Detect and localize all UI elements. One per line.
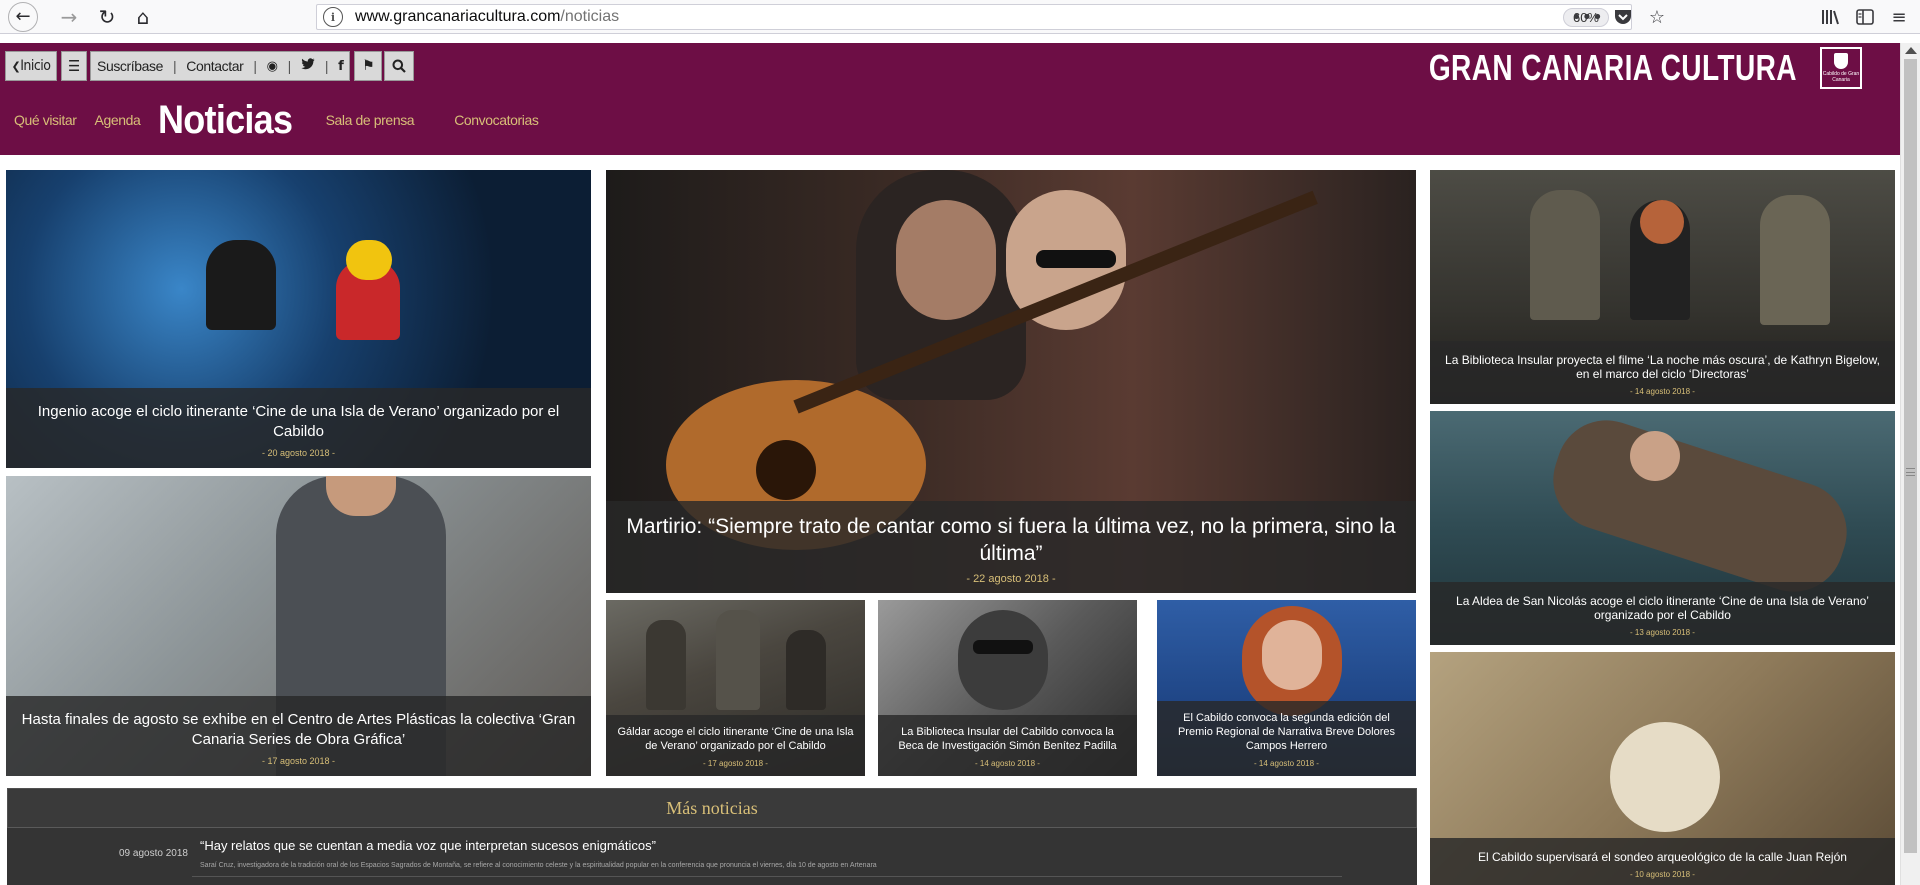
forward-arrow-icon[interactable]: → (52, 0, 86, 34)
news-tile-martirio[interactable]: Martirio: “Siempre trato de cantar como … (606, 170, 1416, 593)
tile-caption: La Biblioteca Insular proyecta el filme … (1430, 341, 1895, 404)
inicio-button[interactable]: ❮ Inicio (5, 51, 57, 81)
tile-caption: Martirio: “Siempre trato de cantar como … (606, 501, 1416, 593)
reload-icon[interactable]: ↻ (90, 0, 124, 34)
news-tile-juan-rejon[interactable]: El Cabildo supervisará el sondeo arqueol… (1430, 652, 1895, 885)
tile-title[interactable]: El Cabildo supervisará el sondeo arqueol… (1440, 850, 1885, 864)
more-news-heading[interactable]: Más noticias (7, 788, 1417, 828)
divider (192, 876, 1342, 877)
scroll-up-arrow-icon[interactable] (1905, 47, 1917, 54)
search-icon[interactable] (384, 51, 415, 81)
suscribase-link[interactable]: Suscríbase (97, 58, 163, 74)
tile-title[interactable]: La Biblioteca Insular proyecta el filme … (1440, 353, 1885, 381)
more-actions-icon[interactable]: ••• (1570, 0, 1604, 34)
inicio-label: Inicio (20, 58, 51, 74)
separator: | (253, 58, 257, 74)
tile-title[interactable]: Hasta finales de agosto se exhibe en el … (18, 710, 579, 750)
tile-date: - 10 agosto 2018 - (1630, 870, 1695, 879)
news-tile-aldea[interactable]: La Aldea de San Nicolás acoge el ciclo i… (1430, 411, 1895, 645)
facebook-icon[interactable]: f (338, 59, 344, 74)
tile-caption: El Cabildo supervisará el sondeo arqueol… (1430, 838, 1895, 885)
news-tile-premio[interactable]: El Cabildo convoca la segunda edición de… (1157, 600, 1416, 776)
news-excerpt: Saraí Cruz, investigadora de la tradició… (200, 862, 877, 869)
scroll-grip-icon (1906, 468, 1915, 476)
tile-caption: El Cabildo convoca la segunda edición de… (1157, 701, 1416, 776)
address-bar[interactable]: i www.grancanariacultura.com/noticias 60… (316, 4, 1632, 30)
nav-sala-de-prensa[interactable]: Sala de prensa (326, 112, 415, 128)
tile-title[interactable]: El Cabildo convoca la segunda edición de… (1167, 711, 1406, 753)
scroll-thumb[interactable] (1904, 59, 1917, 853)
pocket-icon[interactable] (1606, 0, 1640, 34)
shield-icon (1834, 53, 1848, 69)
site-header: ❮ Inicio ☰ Suscríbase | Contactar | ◉ | |… (0, 43, 1900, 155)
separator: | (173, 58, 177, 74)
site-brand-title[interactable]: GRAN CANARIA CULTURA (1429, 43, 1797, 93)
tile-date: - 17 agosto 2018 - (703, 759, 768, 768)
tile-title[interactable]: Gáldar acoge el ciclo itinerante ‘Cine d… (616, 725, 855, 753)
bookmark-star-icon[interactable]: ☆ (1640, 0, 1674, 34)
tile-caption: La Aldea de San Nicolás acoge el ciclo i… (1430, 582, 1895, 645)
tile-date: - 14 agosto 2018 - (1254, 759, 1319, 768)
toolbar-right: ••• ☆ ≡ (1570, 0, 1920, 34)
menu-icon[interactable]: ☰ (61, 51, 87, 81)
cabildo-logo[interactable]: Cabildo de Gran Canaria (1820, 47, 1862, 89)
rss-icon[interactable]: ◉ (267, 59, 278, 74)
hamburger-menu-icon[interactable]: ≡ (1882, 0, 1916, 34)
list-item[interactable]: 09 agosto 2018 “Hay relatos que se cuent… (7, 828, 1417, 885)
twitter-icon[interactable] (301, 58, 315, 74)
page-scrollbar[interactable] (1900, 43, 1920, 885)
site-info-icon[interactable]: i (323, 7, 343, 27)
home-icon[interactable]: ⌂ (126, 0, 160, 34)
news-tile-beca[interactable]: La Biblioteca Insular del Cabildo convoc… (878, 600, 1137, 776)
nav-convocatorias[interactable]: Convocatorias (454, 112, 539, 128)
tile-caption: Hasta finales de agosto se exhibe en el … (6, 696, 591, 776)
nav-agenda[interactable]: Agenda (95, 112, 141, 128)
top-utility-nav: ❮ Inicio ☰ Suscríbase | Contactar | ◉ | |… (5, 51, 415, 81)
sidebar-icon[interactable] (1848, 0, 1882, 34)
browser-toolbar: ← → ↻ ⌂ i www.grancanariacultura.com/not… (0, 0, 1920, 34)
news-title[interactable]: “Hay relatos que se cuentan a media voz … (200, 838, 656, 853)
section-nav: Qué visitar Agenda Noticias Sala de pren… (14, 95, 557, 145)
tile-caption: La Biblioteca Insular del Cabildo convoc… (878, 715, 1137, 776)
contactar-link[interactable]: Contactar (186, 58, 244, 74)
more-news-section: Más noticias 09 agosto 2018 “Hay relatos… (7, 788, 1417, 885)
news-tile-galdar[interactable]: Gáldar acoge el ciclo itinerante ‘Cine d… (606, 600, 865, 776)
utility-links: Suscríbase | Contactar | ◉ | | f (90, 51, 351, 81)
tile-date: - 20 agosto 2018 - (261, 448, 336, 458)
url-text[interactable]: www.grancanariacultura.com/noticias (355, 8, 619, 26)
tile-title[interactable]: La Biblioteca Insular del Cabildo convoc… (888, 725, 1127, 753)
news-tile-centro-artes[interactable]: Hasta finales de agosto se exhibe en el … (6, 476, 591, 776)
news-tile-noche-oscura[interactable]: La Biblioteca Insular proyecta el filme … (1430, 170, 1895, 404)
tile-date: - 22 agosto 2018 - (966, 573, 1056, 585)
flag-icon[interactable]: ⚑ (354, 51, 383, 81)
tile-title[interactable]: La Aldea de San Nicolás acoge el ciclo i… (1440, 594, 1885, 622)
separator: | (287, 58, 292, 74)
chevron-left-icon: ❮ (11, 59, 21, 73)
tile-date: - 17 agosto 2018 - (261, 756, 336, 766)
library-icon[interactable] (1814, 0, 1848, 34)
logo-text: Cabildo de Gran Canaria (1822, 71, 1860, 83)
tile-date: - 13 agosto 2018 - (1630, 628, 1695, 637)
tile-title[interactable]: Ingenio acoge el ciclo itinerante ‘Cine … (18, 402, 579, 442)
back-arrow-icon[interactable]: ← (8, 1, 38, 32)
nav-que-visitar[interactable]: Qué visitar (14, 112, 77, 128)
tile-title[interactable]: Martirio: “Siempre trato de cantar como … (616, 513, 1406, 567)
separator: | (324, 58, 329, 74)
news-tile-ingenio[interactable]: Ingenio acoge el ciclo itinerante ‘Cine … (6, 170, 591, 468)
tile-caption: Gáldar acoge el ciclo itinerante ‘Cine d… (606, 715, 865, 776)
nav-noticias[interactable]: Noticias (158, 98, 293, 143)
url-path: /noticias (560, 8, 620, 25)
url-host: www.grancanariacultura.com (355, 8, 561, 25)
tile-caption: Ingenio acoge el ciclo itinerante ‘Cine … (6, 388, 591, 468)
news-date: 09 agosto 2018 (119, 848, 188, 859)
tile-date: - 14 agosto 2018 - (975, 759, 1040, 768)
tile-date: - 14 agosto 2018 - (1630, 387, 1695, 396)
